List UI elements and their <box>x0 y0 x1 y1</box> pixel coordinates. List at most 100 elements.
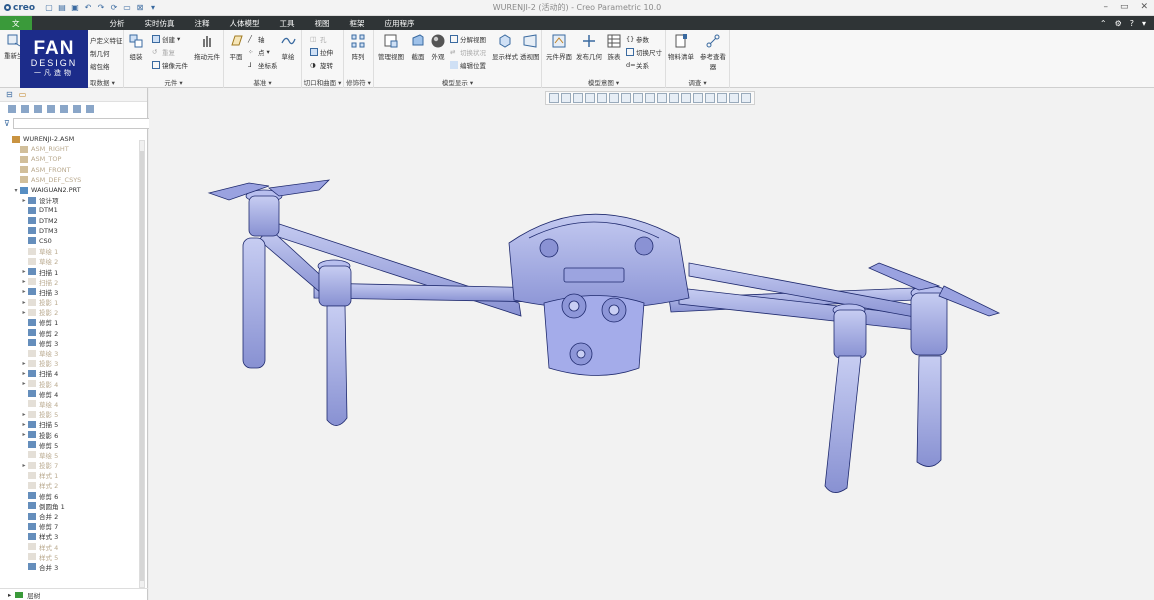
tree-item[interactable]: 修剪 4 <box>0 389 138 399</box>
menu-file[interactable]: 文 <box>0 16 32 30</box>
parameters-button[interactable]: {} 参数 <box>626 34 649 44</box>
tree-item[interactable]: 草绘 2 <box>0 256 138 266</box>
help-icon[interactable]: ? <box>1130 19 1134 28</box>
tree-item[interactable]: ▸ 扫描 2 <box>0 277 138 287</box>
menu-framework[interactable]: 框架 <box>340 16 375 30</box>
user-defined-feature-button[interactable]: 户定义特征 <box>90 35 123 45</box>
tree-show-icon[interactable] <box>60 105 68 113</box>
drag-component-button[interactable]: 拖动元件 <box>194 33 220 61</box>
point-button[interactable]: ⁘ 点 ▾ <box>248 47 270 57</box>
tree-item[interactable]: 合并 2 <box>0 511 138 521</box>
tree-item[interactable]: ▸ 投影 5 <box>0 409 138 419</box>
tree-columns-icon[interactable] <box>34 105 42 113</box>
tree-item[interactable]: DTM3 <box>0 226 138 236</box>
help-dropdown-icon[interactable]: ▾ <box>1142 19 1146 28</box>
save-icon[interactable]: ▣ <box>70 3 80 13</box>
redo-icon[interactable]: ↷ <box>96 3 106 13</box>
tree-item[interactable]: ASM_DEF_CSYS <box>0 175 138 185</box>
pattern-button[interactable]: 阵列 <box>350 33 366 61</box>
tree-item[interactable]: 样式 2 <box>0 480 138 490</box>
component-interface-button[interactable]: 元件界面 <box>546 33 572 61</box>
minimize-icon[interactable]: – <box>1103 2 1108 12</box>
tree-scrollbar[interactable] <box>139 140 145 588</box>
menu-tools[interactable]: 工具 <box>270 16 305 30</box>
tree-expand-toggle[interactable]: ▸ <box>20 288 28 295</box>
tree-item[interactable]: ▸ 扫描 1 <box>0 266 138 277</box>
tree-expand-toggle[interactable]: ▸ <box>20 411 28 418</box>
csys-button[interactable]: ⅃ 坐标系 <box>248 60 278 70</box>
create-button[interactable]: 创建 ▾ <box>152 34 180 44</box>
menu-analysis[interactable]: 分析 <box>32 16 135 30</box>
menu-view[interactable]: 视图 <box>305 16 340 30</box>
display-style-button[interactable]: 显示样式 <box>492 33 518 61</box>
tree-expand-toggle[interactable]: ▸ <box>20 421 28 428</box>
tree-item[interactable]: ASM_TOP <box>0 154 138 164</box>
tree-item[interactable]: ▸ 设计项 <box>0 195 138 205</box>
windows-icon[interactable]: ▭ <box>122 3 132 13</box>
tree-item[interactable]: 修剪 7 <box>0 521 138 531</box>
bom-button[interactable]: 物料清单 <box>668 33 694 61</box>
tree-item[interactable]: 样式 5 <box>0 552 138 562</box>
tree-expand-toggle[interactable]: ▸ <box>20 268 28 275</box>
tree-item[interactable]: WURENJI-2.ASM <box>0 134 138 144</box>
shrinkwrap-button[interactable]: 缩包络 <box>90 61 110 71</box>
tree-item[interactable]: 修剪 3 <box>0 338 138 348</box>
tree-expand-toggle[interactable]: ▸ <box>20 309 28 316</box>
menu-simulation[interactable]: 实时仿真 <box>135 16 185 30</box>
edit-position-button[interactable]: 编辑位置 <box>450 60 486 70</box>
tree-expand-toggle[interactable]: ▸ <box>20 431 28 438</box>
tree-item[interactable]: ▸ 投影 1 <box>0 297 138 307</box>
tree-expand-toggle[interactable]: ▾ <box>12 187 20 194</box>
tree-item[interactable]: ▸ 扫描 5 <box>0 419 138 429</box>
axis-button[interactable]: ╱ 轴 <box>248 34 265 44</box>
tree-item[interactable]: 修剪 5 <box>0 440 138 450</box>
menu-annotate[interactable]: 注释 <box>185 16 220 30</box>
tree-expand-icon[interactable] <box>73 105 81 113</box>
tree-expand-toggle[interactable]: ▸ <box>20 197 28 204</box>
tree-settings-icon[interactable] <box>21 105 29 113</box>
tree-item[interactable]: 草绘 3 <box>0 348 138 358</box>
model-tree-tab-icon[interactable]: ⊟ <box>6 90 13 99</box>
tree-item[interactable]: 草绘 1 <box>0 246 138 256</box>
tree-item[interactable]: ▸ 投影 3 <box>0 358 138 368</box>
tree-item[interactable]: ASM_RIGHT <box>0 144 138 154</box>
expand-icon[interactable]: ▸ <box>8 591 11 599</box>
tree-view-icon[interactable] <box>8 105 16 113</box>
tree-scrollbar-thumb[interactable] <box>140 151 144 581</box>
relations-button[interactable]: d= 关系 <box>626 60 649 70</box>
tree-item[interactable]: CS0 <box>0 236 138 246</box>
appearance-button[interactable]: 外观 <box>430 33 446 61</box>
tree-item[interactable]: ▸ 投影 2 <box>0 307 138 317</box>
tree-item[interactable]: 草绘 5 <box>0 450 138 460</box>
drone-model[interactable] <box>149 88 1154 600</box>
hole-button[interactable]: ◫ 孔 <box>310 34 327 44</box>
tree-expand-toggle[interactable]: ▸ <box>20 278 28 285</box>
menu-applications[interactable]: 应用程序 <box>375 16 425 30</box>
tree-item[interactable]: ASM_FRONT <box>0 165 138 175</box>
tree-item[interactable]: 草绘 4 <box>0 399 138 409</box>
tree-item[interactable]: 倒圆角 1 <box>0 501 138 511</box>
tree-item[interactable]: 修剪 6 <box>0 491 138 501</box>
tree-item[interactable]: ▾ WAIGUAN2.PRT <box>0 185 138 195</box>
tree-item[interactable]: ▸ 扫描 4 <box>0 368 138 378</box>
revolve-button[interactable]: ◑ 旋转 <box>310 60 333 70</box>
tree-item[interactable]: 合并 3 <box>0 562 138 572</box>
maximize-icon[interactable]: ▭ <box>1120 2 1129 12</box>
manage-views-button[interactable]: 管理视图 <box>378 33 404 61</box>
tree-item[interactable]: ▸ 扫描 3 <box>0 287 138 297</box>
tree-item[interactable]: DTM1 <box>0 205 138 215</box>
folder-browser-tab-icon[interactable]: ▭ <box>19 90 27 99</box>
tree-item[interactable]: 样式 1 <box>0 470 138 480</box>
tree-item[interactable]: 修剪 2 <box>0 328 138 338</box>
tree-item[interactable]: 样式 3 <box>0 531 138 541</box>
tree-expand-toggle[interactable]: ▸ <box>20 370 28 377</box>
tree-expand-toggle[interactable]: ▸ <box>20 360 28 367</box>
assemble-button[interactable]: 组装 <box>128 33 144 61</box>
layer-tree-bar[interactable]: ▸ 层树 <box>0 588 148 600</box>
mirror-component-button[interactable]: 镜像元件 <box>152 60 188 70</box>
section-button[interactable]: 截面 <box>410 33 426 61</box>
tree-item[interactable]: ▸ 投影 6 <box>0 429 138 440</box>
tree-filter-icon[interactable] <box>47 105 55 113</box>
toggle-state-button[interactable]: ⇄ 切换状况 <box>450 47 486 57</box>
perspective-button[interactable]: 透视图 <box>520 33 540 61</box>
